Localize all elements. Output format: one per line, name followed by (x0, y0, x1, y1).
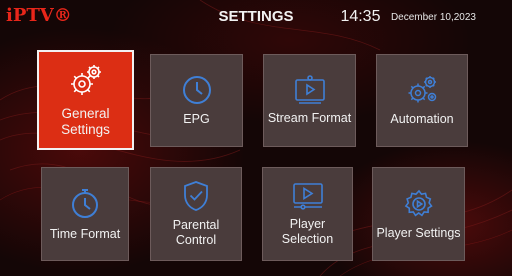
tile-label: EPG (183, 112, 210, 126)
tile-epg[interactable]: EPG (150, 54, 243, 147)
tile-automation[interactable]: Automation (376, 54, 468, 147)
gear-play-icon (403, 188, 435, 220)
tile-stream-format[interactable]: Stream Format (263, 54, 356, 147)
automation-gears-icon (405, 74, 439, 106)
clock: 14:35 December 10,2023 (340, 8, 476, 26)
player-selection-icon (291, 181, 325, 211)
tile-label: Time Format (49, 226, 121, 241)
shield-check-icon (181, 180, 211, 212)
gears-icon (67, 62, 105, 100)
tile-general-settings[interactable]: General Settings (37, 50, 134, 150)
tile-label: Player Settings (376, 225, 461, 240)
video-player-icon (293, 75, 327, 105)
tile-label: Parental Control (172, 218, 220, 247)
tile-parental-control[interactable]: Parental Control (150, 167, 242, 261)
tile-label: Player Selection (281, 217, 334, 246)
time-display: 14:35 (340, 8, 381, 25)
tile-label: General Settings (61, 106, 110, 137)
tile-time-format[interactable]: Time Format (41, 167, 129, 261)
tile-label: Stream Format (267, 111, 352, 125)
tile-player-settings[interactable]: Player Settings (372, 167, 465, 261)
tile-player-selection[interactable]: Player Selection (262, 167, 353, 261)
tile-label: Automation (390, 112, 454, 126)
clock-icon (181, 74, 213, 106)
stopwatch-icon (68, 187, 102, 221)
date-display: December 10,2023 (390, 11, 476, 23)
